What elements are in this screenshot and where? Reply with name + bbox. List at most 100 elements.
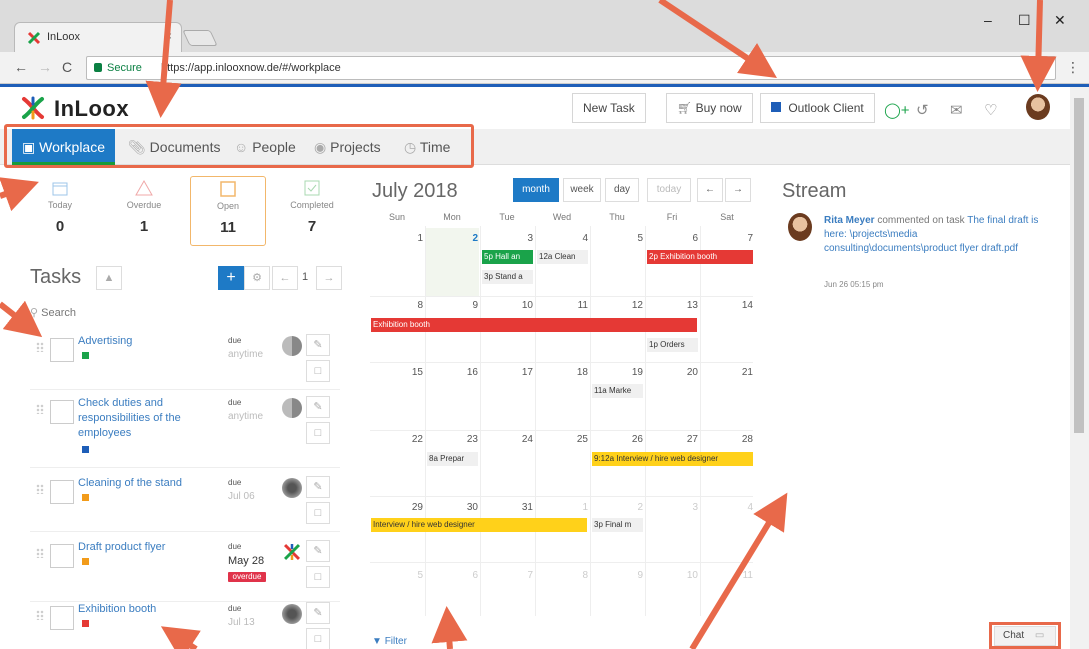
task-checkbox[interactable] [50, 606, 74, 630]
task-row[interactable]: Advertising due anytime ✎ □ [30, 334, 340, 390]
calendar-day[interactable]: 19 [593, 367, 643, 378]
calendar-event[interactable]: 3p Final m [592, 518, 643, 532]
drag-handle-icon[interactable] [36, 404, 44, 414]
calendar-event[interactable]: Interview / hire web designer [371, 518, 587, 532]
calendar-next-button[interactable]: → [725, 178, 751, 202]
edit-task-button[interactable]: ✎ [306, 602, 330, 624]
calendar-day[interactable]: 12 [593, 300, 643, 311]
stat-overdue[interactable]: Overdue 1 [106, 176, 182, 246]
reload-icon[interactable]: C [62, 59, 72, 75]
stat-today[interactable]: Today 0 [22, 176, 98, 246]
drag-handle-icon[interactable] [36, 342, 44, 352]
view-week-button[interactable]: week [563, 178, 601, 202]
calendar-day-other-month[interactable]: 9 [593, 570, 643, 581]
sort-button[interactable]: ▲ [96, 266, 122, 290]
calendar-day-other-month[interactable]: 1 [538, 502, 588, 513]
back-icon[interactable]: ← [14, 59, 28, 75]
calendar-day[interactable]: 6 [648, 233, 698, 244]
calendar-day-today[interactable]: 2 [428, 233, 478, 244]
delete-task-button[interactable]: □ [306, 628, 330, 649]
calendar-day[interactable]: 5 [593, 233, 643, 244]
calendar-event[interactable]: 3p Stand a [482, 270, 533, 284]
view-month-button[interactable]: month [513, 178, 559, 202]
address-bar[interactable]: Secure https://app.inlooxnow.de/#/workpl… [86, 56, 1056, 80]
tab-documents[interactable]: 📎︎ Documents [128, 129, 220, 165]
delete-task-button[interactable]: □ [306, 422, 330, 444]
user-avatar[interactable] [1026, 94, 1050, 120]
calendar-day[interactable]: 7 [703, 233, 753, 244]
stat-open[interactable]: Open 11 [190, 176, 266, 246]
assignee-avatar[interactable] [282, 398, 302, 418]
calendar-day-other-month[interactable]: 2 [593, 502, 643, 513]
stream-author-avatar[interactable] [788, 213, 812, 241]
stat-completed[interactable]: Completed 7 [274, 176, 350, 246]
mail-icon[interactable]: ✉ [950, 101, 963, 119]
drag-handle-icon[interactable] [36, 548, 44, 558]
calendar-event[interactable]: 11a Marke [592, 384, 643, 398]
calendar-day[interactable]: 17 [483, 367, 533, 378]
delete-task-button[interactable]: □ [306, 502, 330, 524]
drag-handle-icon[interactable] [36, 484, 44, 494]
add-task-button[interactable]: + [218, 266, 244, 290]
calendar-day[interactable]: 22 [373, 434, 423, 445]
task-search[interactable]: ⚲ Search [30, 306, 76, 319]
history-icon[interactable]: ↺ [916, 101, 929, 119]
next-page-button[interactable]: → [316, 266, 342, 290]
calendar-day[interactable]: 30 [428, 502, 478, 513]
calendar-day[interactable]: 9 [428, 300, 478, 311]
delete-task-button[interactable]: □ [306, 360, 330, 382]
tab-workplace[interactable]: ▣ Workplace [12, 129, 116, 165]
calendar-day[interactable]: 1 [373, 233, 423, 244]
calendar-day[interactable]: 27 [648, 434, 698, 445]
tab-time[interactable]: ◷ Time [404, 129, 450, 165]
assignee-avatar[interactable] [282, 336, 302, 356]
calendar-day[interactable]: 10 [483, 300, 533, 311]
calendar-event[interactable]: 12a Clean [537, 250, 588, 264]
calendar-day[interactable]: 24 [483, 434, 533, 445]
calendar-day[interactable]: 28 [703, 434, 753, 445]
tab-close-icon[interactable]: × [165, 29, 172, 43]
calendar-day-other-month[interactable]: 5 [373, 570, 423, 581]
stream-author[interactable]: Rita Meyer [824, 215, 875, 226]
buy-now-button[interactable]: 🛒︎ Buy now [666, 93, 753, 123]
new-tab-button[interactable] [182, 30, 218, 46]
tab-projects[interactable]: ◉ Projects [314, 129, 381, 165]
calendar-day[interactable]: 3 [483, 233, 533, 244]
assignee-avatar[interactable] [282, 604, 302, 624]
delete-task-button[interactable]: □ [306, 566, 330, 588]
calendar-day-other-month[interactable]: 10 [648, 570, 698, 581]
task-title[interactable]: Draft product flyer [78, 540, 198, 555]
bell-icon[interactable]: ♡ [984, 101, 997, 119]
task-row[interactable]: Exhibition booth due Jul 13 ✎ □ [30, 602, 340, 649]
url-text[interactable]: https://app.inlooxnow.de/#/workplace [161, 62, 341, 74]
prev-page-button[interactable]: ← [272, 266, 298, 290]
calendar-prev-button[interactable]: ← [697, 178, 723, 202]
calendar-event[interactable]: 5p Hall an [482, 250, 533, 264]
view-day-button[interactable]: day [605, 178, 639, 202]
calendar-day-other-month[interactable]: 8 [538, 570, 588, 581]
edit-task-button[interactable]: ✎ [306, 476, 330, 498]
browser-tab[interactable]: InLoox × [14, 22, 182, 52]
calendar-day-other-month[interactable]: 4 [703, 502, 753, 513]
drag-handle-icon[interactable] [36, 610, 44, 620]
calendar-event[interactable]: 2p Exhibition booth [647, 250, 753, 264]
calendar-day[interactable]: 8 [373, 300, 423, 311]
calendar-day[interactable]: 31 [483, 502, 533, 513]
calendar-day-other-month[interactable]: 6 [428, 570, 478, 581]
calendar-day[interactable]: 4 [538, 233, 588, 244]
calendar-day[interactable]: 20 [648, 367, 698, 378]
browser-menu-icon[interactable]: ⋮ [1066, 59, 1080, 76]
assignee-avatar[interactable] [282, 478, 302, 498]
calendar-day[interactable]: 15 [373, 367, 423, 378]
edit-task-button[interactable]: ✎ [306, 540, 330, 562]
edit-task-button[interactable]: ✎ [306, 396, 330, 418]
calendar-day[interactable]: 11 [538, 300, 588, 311]
today-button[interactable]: today [647, 178, 691, 202]
calendar-day-other-month[interactable]: 3 [648, 502, 698, 513]
calendar-event[interactable]: 1p Orders [647, 338, 698, 352]
task-checkbox[interactable] [50, 480, 74, 504]
task-title[interactable]: Advertising [78, 334, 198, 349]
calendar-day-other-month[interactable]: 11 [703, 570, 753, 581]
calendar-day[interactable]: 13 [648, 300, 698, 311]
calendar-day[interactable]: 18 [538, 367, 588, 378]
